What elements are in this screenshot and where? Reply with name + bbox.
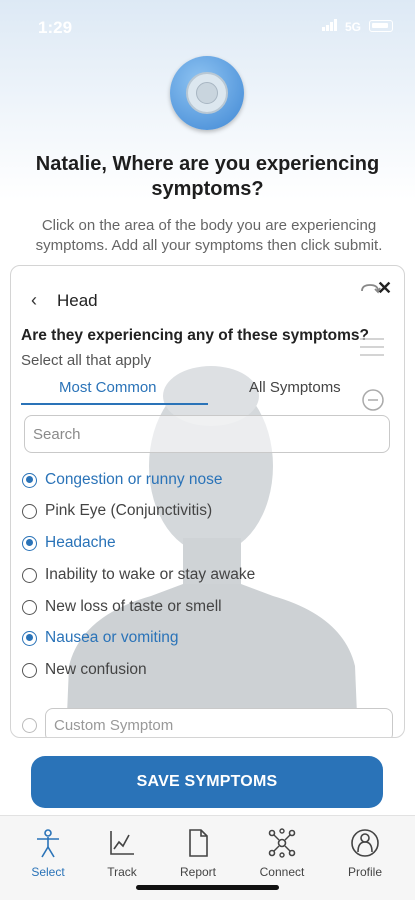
chart-icon [110, 831, 134, 855]
symptom-label: New confusion [45, 661, 147, 678]
close-icon[interactable]: ✕ [377, 278, 392, 299]
page-title: Natalie, Where are you experiencing symp… [35, 153, 380, 200]
symptom-option-nausea[interactable]: Nausea or vomiting [22, 627, 179, 649]
nav-label: Select [31, 865, 65, 879]
symptom-label: Pink Eye (Conjunctivitis) [45, 502, 213, 519]
zoom-out-icon[interactable] [361, 388, 385, 412]
region-title: Head [57, 291, 98, 310]
document-icon [189, 829, 208, 857]
custom-symptom-row [22, 708, 393, 737]
chevron-left-icon[interactable]: ‹ [31, 290, 37, 311]
search-input[interactable] [24, 415, 390, 453]
nav-select[interactable]: Select [13, 828, 83, 879]
nav-connect[interactable]: Connect [247, 828, 317, 879]
symptom-label: New loss of taste or smell [45, 598, 222, 615]
radio-unselected[interactable] [22, 717, 37, 733]
radio-unselected[interactable] [22, 662, 37, 678]
battery-icon [369, 20, 393, 32]
radio-selected[interactable] [22, 535, 37, 551]
signal-icon [322, 19, 337, 31]
tab-all-symptoms[interactable]: All Symptoms [249, 379, 341, 396]
nav-track[interactable]: Track [87, 828, 157, 879]
radio-unselected[interactable] [22, 599, 37, 615]
symptom-option-inability-to-wake[interactable]: Inability to wake or stay awake [22, 564, 255, 586]
list-icon[interactable] [360, 336, 384, 358]
symptom-label: Congestion or runny nose [45, 471, 223, 488]
symptom-panel: ‹ Head ✕ Are they experiencing any of th… [10, 265, 405, 738]
nav-profile[interactable]: Profile [330, 828, 400, 879]
symptom-option-headache[interactable]: Headache [22, 532, 116, 554]
custom-symptom-input[interactable] [45, 708, 393, 737]
symptom-question: Are they experiencing any of these sympt… [21, 327, 369, 344]
radio-selected[interactable] [22, 630, 37, 646]
network-icon [268, 828, 296, 858]
symptom-label: Headache [45, 534, 116, 551]
nav-label: Track [107, 865, 137, 879]
page-subtitle: Click on the area of the body you are ex… [35, 217, 383, 254]
status-time: 1:29 [38, 18, 73, 37]
symptom-label: Nausea or vomiting [45, 629, 179, 646]
status-bar: 1:29 5G [0, 0, 415, 52]
tab-most-common[interactable]: Most Common [59, 379, 157, 396]
home-indicator [136, 885, 279, 890]
app-logo [170, 56, 244, 130]
nav-label: Connect [259, 865, 305, 879]
symptom-label: Inability to wake or stay awake [45, 566, 256, 583]
radio-selected[interactable] [22, 472, 37, 488]
nav-label: Profile [347, 865, 382, 879]
profile-icon [351, 829, 379, 857]
network-type: 5G [344, 20, 361, 34]
tab-indicator [21, 403, 208, 405]
nav-label: Report [179, 865, 217, 879]
select-all-hint: Select all that apply [21, 352, 152, 369]
symptom-option-congestion[interactable]: Congestion or runny nose [22, 469, 223, 491]
symptom-option-loss-of-taste[interactable]: New loss of taste or smell [22, 596, 222, 618]
nav-report[interactable]: Report [163, 828, 233, 879]
radio-unselected[interactable] [22, 503, 37, 519]
body-icon [37, 829, 59, 858]
symptom-option-new-confusion[interactable]: New confusion [22, 659, 147, 681]
radio-unselected[interactable] [22, 567, 37, 583]
save-symptoms-button[interactable]: SAVE SYMPTOMS [31, 756, 383, 808]
symptom-option-pink-eye[interactable]: Pink Eye (Conjunctivitis) [22, 500, 212, 522]
